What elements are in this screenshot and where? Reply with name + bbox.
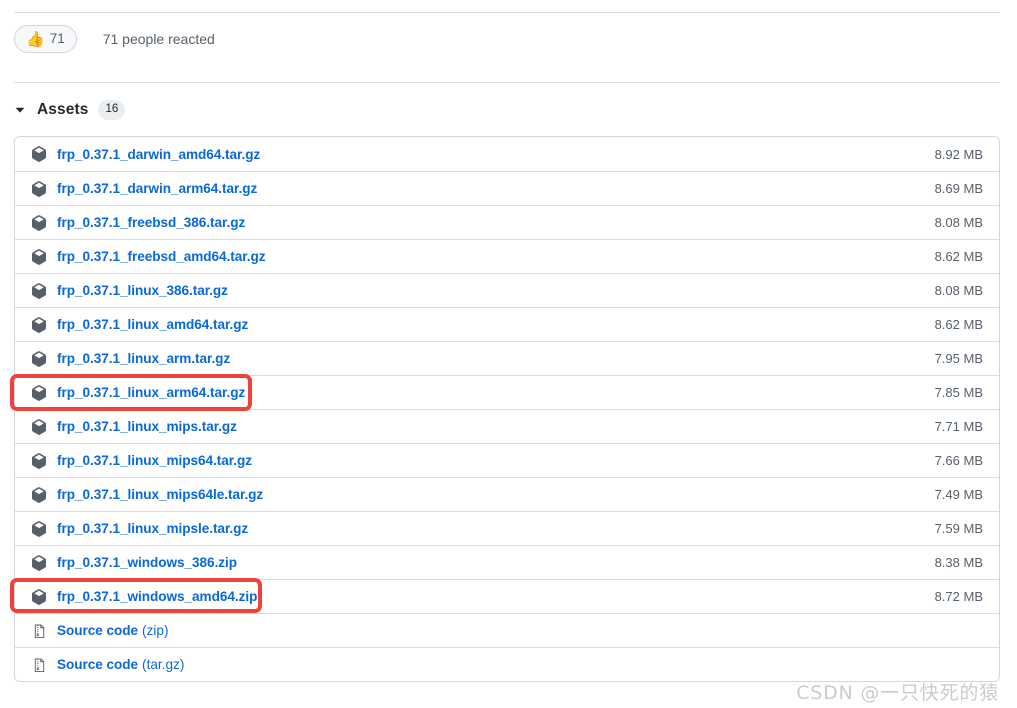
package-icon: [31, 384, 47, 401]
assets-count-badge: 16: [98, 100, 126, 120]
asset-row[interactable]: frp_0.37.1_darwin_arm64.tar.gz 8.69 MB: [15, 171, 999, 205]
watermark: CSDN @一只快死的猿: [796, 682, 999, 704]
asset-size: 7.59 MB: [934, 521, 983, 536]
asset-row[interactable]: frp_0.37.1_freebsd_amd64.tar.gz 8.62 MB: [15, 239, 999, 273]
package-icon: [31, 282, 47, 299]
file-zip-icon: [31, 657, 47, 673]
asset-row[interactable]: frp_0.37.1_linux_amd64.tar.gz 8.62 MB: [15, 307, 999, 341]
asset-row[interactable]: frp_0.37.1_linux_mips64le.tar.gz 7.49 MB: [15, 477, 999, 511]
asset-size: 7.85 MB: [934, 385, 983, 400]
file-zip-icon: [31, 623, 47, 639]
package-icon: [31, 486, 47, 503]
asset-size: 8.62 MB: [934, 249, 983, 264]
asset-link[interactable]: frp_0.37.1_linux_386.tar.gz: [57, 283, 228, 298]
package-icon: [31, 452, 47, 469]
asset-row[interactable]: frp_0.37.1_windows_386.zip 8.38 MB: [15, 545, 999, 579]
assets-list: frp_0.37.1_darwin_amd64.tar.gz 8.92 MB frp…: [14, 136, 1000, 682]
asset-row[interactable]: Source code (tar.gz): [15, 647, 999, 681]
asset-row[interactable]: frp_0.37.1_linux_386.tar.gz 8.08 MB: [15, 273, 999, 307]
asset-link[interactable]: frp_0.37.1_linux_mipsle.tar.gz: [57, 521, 248, 536]
asset-size: 7.66 MB: [934, 453, 983, 468]
package-icon: [31, 248, 47, 265]
package-icon: [31, 588, 47, 605]
asset-size: 8.69 MB: [934, 181, 983, 196]
asset-row[interactable]: frp_0.37.1_linux_arm.tar.gz 7.95 MB: [15, 341, 999, 375]
asset-size: 8.38 MB: [934, 555, 983, 570]
package-icon: [31, 214, 47, 231]
package-icon: [31, 180, 47, 197]
reaction-count: 71: [49, 31, 65, 47]
asset-link[interactable]: frp_0.37.1_windows_amd64.zip: [57, 589, 257, 604]
asset-link[interactable]: frp_0.37.1_linux_mips64le.tar.gz: [57, 487, 263, 502]
thumbs-up-reaction-button[interactable]: 👍 71: [14, 25, 77, 53]
asset-format-suffix: (zip): [142, 623, 169, 638]
asset-row[interactable]: frp_0.37.1_linux_mips64.tar.gz 7.66 MB: [15, 443, 999, 477]
asset-size: 7.71 MB: [934, 419, 983, 434]
asset-size: 8.62 MB: [934, 317, 983, 332]
asset-format-suffix: (tar.gz): [142, 657, 185, 672]
assets-title: Assets: [37, 101, 89, 118]
asset-link[interactable]: frp_0.37.1_freebsd_amd64.tar.gz: [57, 249, 266, 264]
reactions-row: 👍 71 71 people reacted: [14, 24, 215, 54]
asset-size: 7.95 MB: [934, 351, 983, 366]
asset-link[interactable]: frp_0.37.1_darwin_amd64.tar.gz: [57, 147, 260, 162]
asset-link[interactable]: frp_0.37.1_darwin_arm64.tar.gz: [57, 181, 257, 196]
asset-link[interactable]: Source code: [57, 623, 138, 638]
asset-row[interactable]: frp_0.37.1_linux_arm64.tar.gz 7.85 MB: [15, 375, 999, 409]
chevron-down-icon: [14, 104, 26, 116]
asset-link[interactable]: frp_0.37.1_linux_arm.tar.gz: [57, 351, 230, 366]
asset-size: 7.49 MB: [934, 487, 983, 502]
asset-row[interactable]: frp_0.37.1_windows_amd64.zip 8.72 MB: [15, 579, 999, 613]
package-icon: [31, 554, 47, 571]
thumbs-up-icon: 👍: [26, 30, 45, 48]
asset-link[interactable]: frp_0.37.1_linux_mips.tar.gz: [57, 419, 237, 434]
asset-link[interactable]: frp_0.37.1_linux_arm64.tar.gz: [57, 385, 245, 400]
package-icon: [31, 520, 47, 537]
asset-row[interactable]: frp_0.37.1_linux_mips.tar.gz 7.71 MB: [15, 409, 999, 443]
asset-link[interactable]: frp_0.37.1_freebsd_386.tar.gz: [57, 215, 245, 230]
top-divider: [14, 12, 1000, 13]
assets-divider: [14, 82, 1000, 83]
package-icon: [31, 316, 47, 333]
asset-size: 8.08 MB: [934, 215, 983, 230]
assets-toggle[interactable]: Assets 16: [14, 99, 126, 121]
asset-row[interactable]: Source code (zip): [15, 613, 999, 647]
reaction-summary-text: 71 people reacted: [102, 31, 215, 47]
asset-link[interactable]: Source code: [57, 657, 138, 672]
asset-row[interactable]: frp_0.37.1_darwin_amd64.tar.gz 8.92 MB: [15, 137, 999, 171]
asset-link[interactable]: frp_0.37.1_linux_amd64.tar.gz: [57, 317, 248, 332]
package-icon: [31, 418, 47, 435]
asset-size: 8.92 MB: [934, 146, 983, 162]
release-assets-page: 👍 71 71 people reacted Assets 16 frp_0.3…: [0, 0, 1017, 708]
package-icon: [31, 146, 47, 162]
asset-size: 8.08 MB: [934, 283, 983, 298]
asset-link[interactable]: frp_0.37.1_windows_386.zip: [57, 555, 237, 570]
asset-row[interactable]: frp_0.37.1_linux_mipsle.tar.gz 7.59 MB: [15, 511, 999, 545]
asset-row[interactable]: frp_0.37.1_freebsd_386.tar.gz 8.08 MB: [15, 205, 999, 239]
package-icon: [31, 350, 47, 367]
asset-link[interactable]: frp_0.37.1_linux_mips64.tar.gz: [57, 453, 252, 468]
asset-size: 8.72 MB: [934, 589, 983, 604]
